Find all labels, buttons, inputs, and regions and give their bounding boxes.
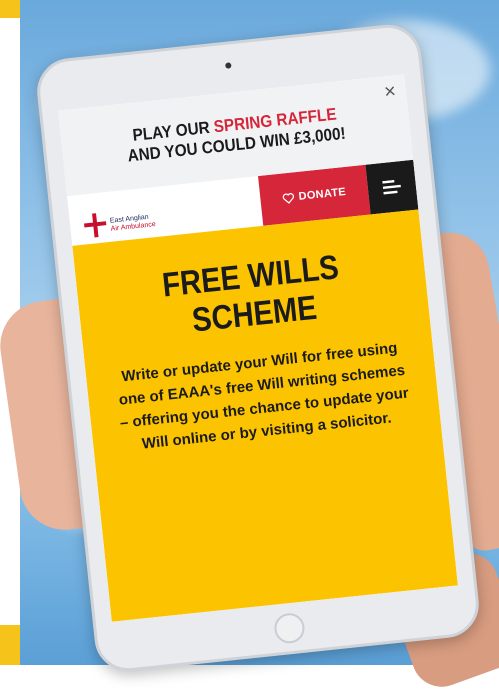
promo-banner-text: PLAY OUR SPRING RAFFLE AND YOU COULD WIN… (114, 103, 358, 168)
tablet-device: PLAY OUR SPRING RAFFLE AND YOU COULD WIN… (33, 21, 483, 675)
hero-description: Write or update your Will for free using… (117, 339, 410, 453)
heart-outline-icon (282, 192, 295, 204)
home-button[interactable] (272, 611, 306, 645)
menu-icon (382, 179, 401, 195)
hero-title: FREE WILLS SCHEME (117, 244, 388, 347)
camera-icon (225, 62, 232, 69)
donate-label: DONATE (298, 185, 347, 203)
hero-section: FREE WILLS SCHEME Write or update your W… (72, 209, 458, 622)
menu-button[interactable] (365, 159, 419, 215)
logo-cross-icon (83, 212, 107, 238)
close-icon[interactable]: × (383, 80, 397, 103)
logo-text: East Anglian Air Ambulance (110, 213, 157, 236)
tablet-photo: PLAY OUR SPRING RAFFLE AND YOU COULD WIN… (30, 0, 499, 675)
tablet-screen: PLAY OUR SPRING RAFFLE AND YOU COULD WIN… (58, 74, 458, 622)
